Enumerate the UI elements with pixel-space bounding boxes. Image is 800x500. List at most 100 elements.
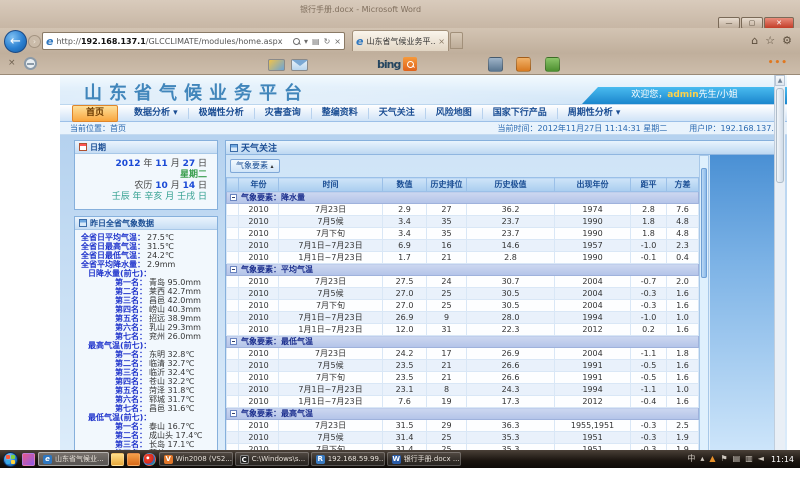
table-cell: 30.5	[467, 288, 555, 300]
panel-background	[710, 155, 784, 450]
page-scrollbar[interactable]: ▲	[774, 75, 785, 450]
collapse-icon[interactable]	[230, 410, 237, 417]
windows-logo-icon	[6, 455, 15, 464]
task-button-rdp[interactable]: R192.168.59.99...	[311, 452, 385, 466]
task-label: 银行手册.docx ...	[404, 454, 460, 464]
nav-item-首页[interactable]: 首页	[72, 105, 118, 122]
home-icon[interactable]: ⌂	[751, 34, 758, 47]
background-window-titlebar: 银行手册.docx - Microsoft Word — ▢ ✕	[0, 0, 800, 30]
nav-item-极端性分析[interactable]: 极端性分析	[188, 108, 254, 119]
table-cell: -0.7	[631, 276, 667, 288]
task-button-ie[interactable]: e山东省气候业...	[38, 452, 109, 466]
toolbar-overflow-icon[interactable]: •••	[768, 58, 788, 68]
table-cell: 3.4	[383, 216, 427, 228]
volume-icon[interactable]: ◄	[758, 450, 764, 468]
weather-table: 年份时间数值历史排位历史极值出现年份距平方差 气象要素：降水量20107月23日…	[226, 177, 699, 450]
browser-app-icon[interactable]	[143, 453, 156, 466]
folder-icon[interactable]	[111, 453, 124, 466]
collapse-icon[interactable]	[230, 266, 237, 273]
table-cell: 7月23日	[279, 204, 383, 216]
language-icon[interactable]: 中	[687, 450, 695, 468]
new-tab-button[interactable]	[450, 32, 463, 49]
stop-icon[interactable]: ×	[334, 37, 341, 46]
bing-search-icon[interactable]	[403, 57, 417, 71]
share-app-icon[interactable]	[545, 57, 560, 72]
back-button[interactable]: ←	[4, 30, 27, 53]
dropdown-icon[interactable]: ▾	[304, 37, 308, 46]
start-button[interactable]	[3, 452, 18, 467]
forward-button[interactable]: ›	[28, 35, 41, 48]
scroll-up-icon[interactable]: ▲	[775, 75, 785, 86]
table-scrollbar[interactable]	[699, 155, 709, 450]
table-cell: 2.0	[667, 276, 699, 288]
table-scrollbar-thumb[interactable]	[701, 168, 707, 278]
table-cell: 1.9	[667, 432, 699, 444]
weather-line: 全省日平均气温：27.5℃	[75, 233, 217, 242]
table-cell: 1.6	[667, 360, 699, 372]
table-cell: 21	[427, 360, 467, 372]
task-button-cmd[interactable]: CC:\Windows\s...	[235, 452, 309, 466]
contacts-app-icon[interactable]	[516, 57, 531, 72]
card-icon[interactable]	[268, 59, 285, 71]
table-cell: 2010	[239, 228, 279, 240]
url-text[interactable]: http://192.168.137.1/GLCCLIMATE/modules/…	[56, 37, 289, 46]
table-cell: 1994	[555, 312, 631, 324]
task-button-word[interactable]: W银行手册.docx ...	[387, 452, 461, 466]
table-header-cell: 时间	[279, 178, 383, 192]
refresh-icon[interactable]: ↻	[324, 37, 331, 46]
blocked-icon[interactable]	[24, 57, 37, 70]
table-cell: -0.5	[631, 360, 667, 372]
table-cell: 7月23日	[279, 420, 383, 432]
compatibility-icon[interactable]: ▤	[312, 37, 320, 46]
table-cell: 2010	[239, 312, 279, 324]
favorites-star-icon[interactable]: ☆	[765, 34, 775, 47]
rdp-icon: R	[316, 455, 325, 464]
table-cell: 30.5	[467, 300, 555, 312]
pinned-app-icon[interactable]	[22, 453, 35, 466]
updater-icon[interactable]: ▲	[709, 450, 715, 468]
nav-item-周期性分析[interactable]: 周期性分析 ▾	[557, 108, 631, 119]
tab-title[interactable]: 山东省气候业务平...	[366, 36, 436, 47]
app-orange-icon[interactable]	[127, 453, 140, 466]
collapse-icon[interactable]	[230, 194, 237, 201]
nav-item-数据分析[interactable]: 数据分析 ▾	[124, 108, 188, 119]
show-hidden-icon[interactable]: ▴	[700, 450, 704, 468]
table-cell: 1974	[555, 204, 631, 216]
table-cell: 1.6	[667, 300, 699, 312]
page-scrollbar-thumb[interactable]	[776, 88, 784, 183]
lunar-date: 农历 10 月 14 日	[75, 181, 207, 192]
table-header-cell: 历史极值	[467, 178, 555, 192]
nav-item-风险地图[interactable]: 风险地图	[425, 108, 482, 119]
browser-tab[interactable]: e 山东省气候业务平... ×	[352, 30, 449, 51]
task-label: C:\Windows\s...	[252, 455, 306, 463]
action-center-flag-icon[interactable]: ⚑	[720, 450, 727, 468]
collapse-icon[interactable]	[230, 338, 237, 345]
table-cell: 7月1日~7月23日	[279, 312, 383, 324]
weather-line: 最低气温(前七)：	[75, 413, 217, 422]
weather-line: 第六名：乳山 29.3mm	[75, 323, 217, 332]
table-cell: 35	[427, 228, 467, 240]
table-row: 20101月1日~7月23日7.61917.32012-0.41.6	[227, 396, 699, 408]
disk-icon[interactable]: ▤	[733, 450, 741, 468]
tab-close-icon[interactable]: ×	[438, 37, 445, 46]
nav-item-国家下行产品[interactable]: 国家下行产品	[482, 108, 557, 119]
status-bar: 当前位置：首页 当前时间：2012年11月27日 11:14:31 星期二用户I…	[60, 122, 787, 135]
element-filter-button[interactable]: 气象要素 ▴	[230, 159, 280, 173]
gear-icon[interactable]: ⚙	[782, 34, 792, 47]
mail-icon[interactable]	[291, 59, 308, 71]
task-button-vm[interactable]: VWin2008 (VS2...	[159, 452, 233, 466]
table-cell: -0.5	[631, 372, 667, 384]
nav-item-整编资料[interactable]: 整编资料	[311, 108, 368, 119]
nav-item-天气关注[interactable]: 天气关注	[368, 108, 425, 119]
camera-app-icon[interactable]	[488, 57, 503, 72]
search-icon[interactable]	[293, 38, 300, 45]
address-bar[interactable]: e http://192.168.137.1/GLCCLIMATE/module…	[42, 32, 345, 50]
table-section-header: 气象要素：最高气温	[227, 408, 699, 420]
nav-item-灾害查询[interactable]: 灾害查询	[254, 108, 311, 119]
network-icon[interactable]: ▥	[745, 450, 753, 468]
toolbar-close-icon[interactable]: ×	[8, 58, 16, 68]
bing-toolbar[interactable]: bing	[377, 57, 417, 71]
table-cell: 2004	[555, 288, 631, 300]
section-title: 气象要素：降水量	[241, 193, 305, 202]
weather-watch-panel: 天气关注 气象要素 ▴ 年份时间数值历史排位历史极值出现年份距平方差 气象要素：…	[225, 140, 785, 450]
